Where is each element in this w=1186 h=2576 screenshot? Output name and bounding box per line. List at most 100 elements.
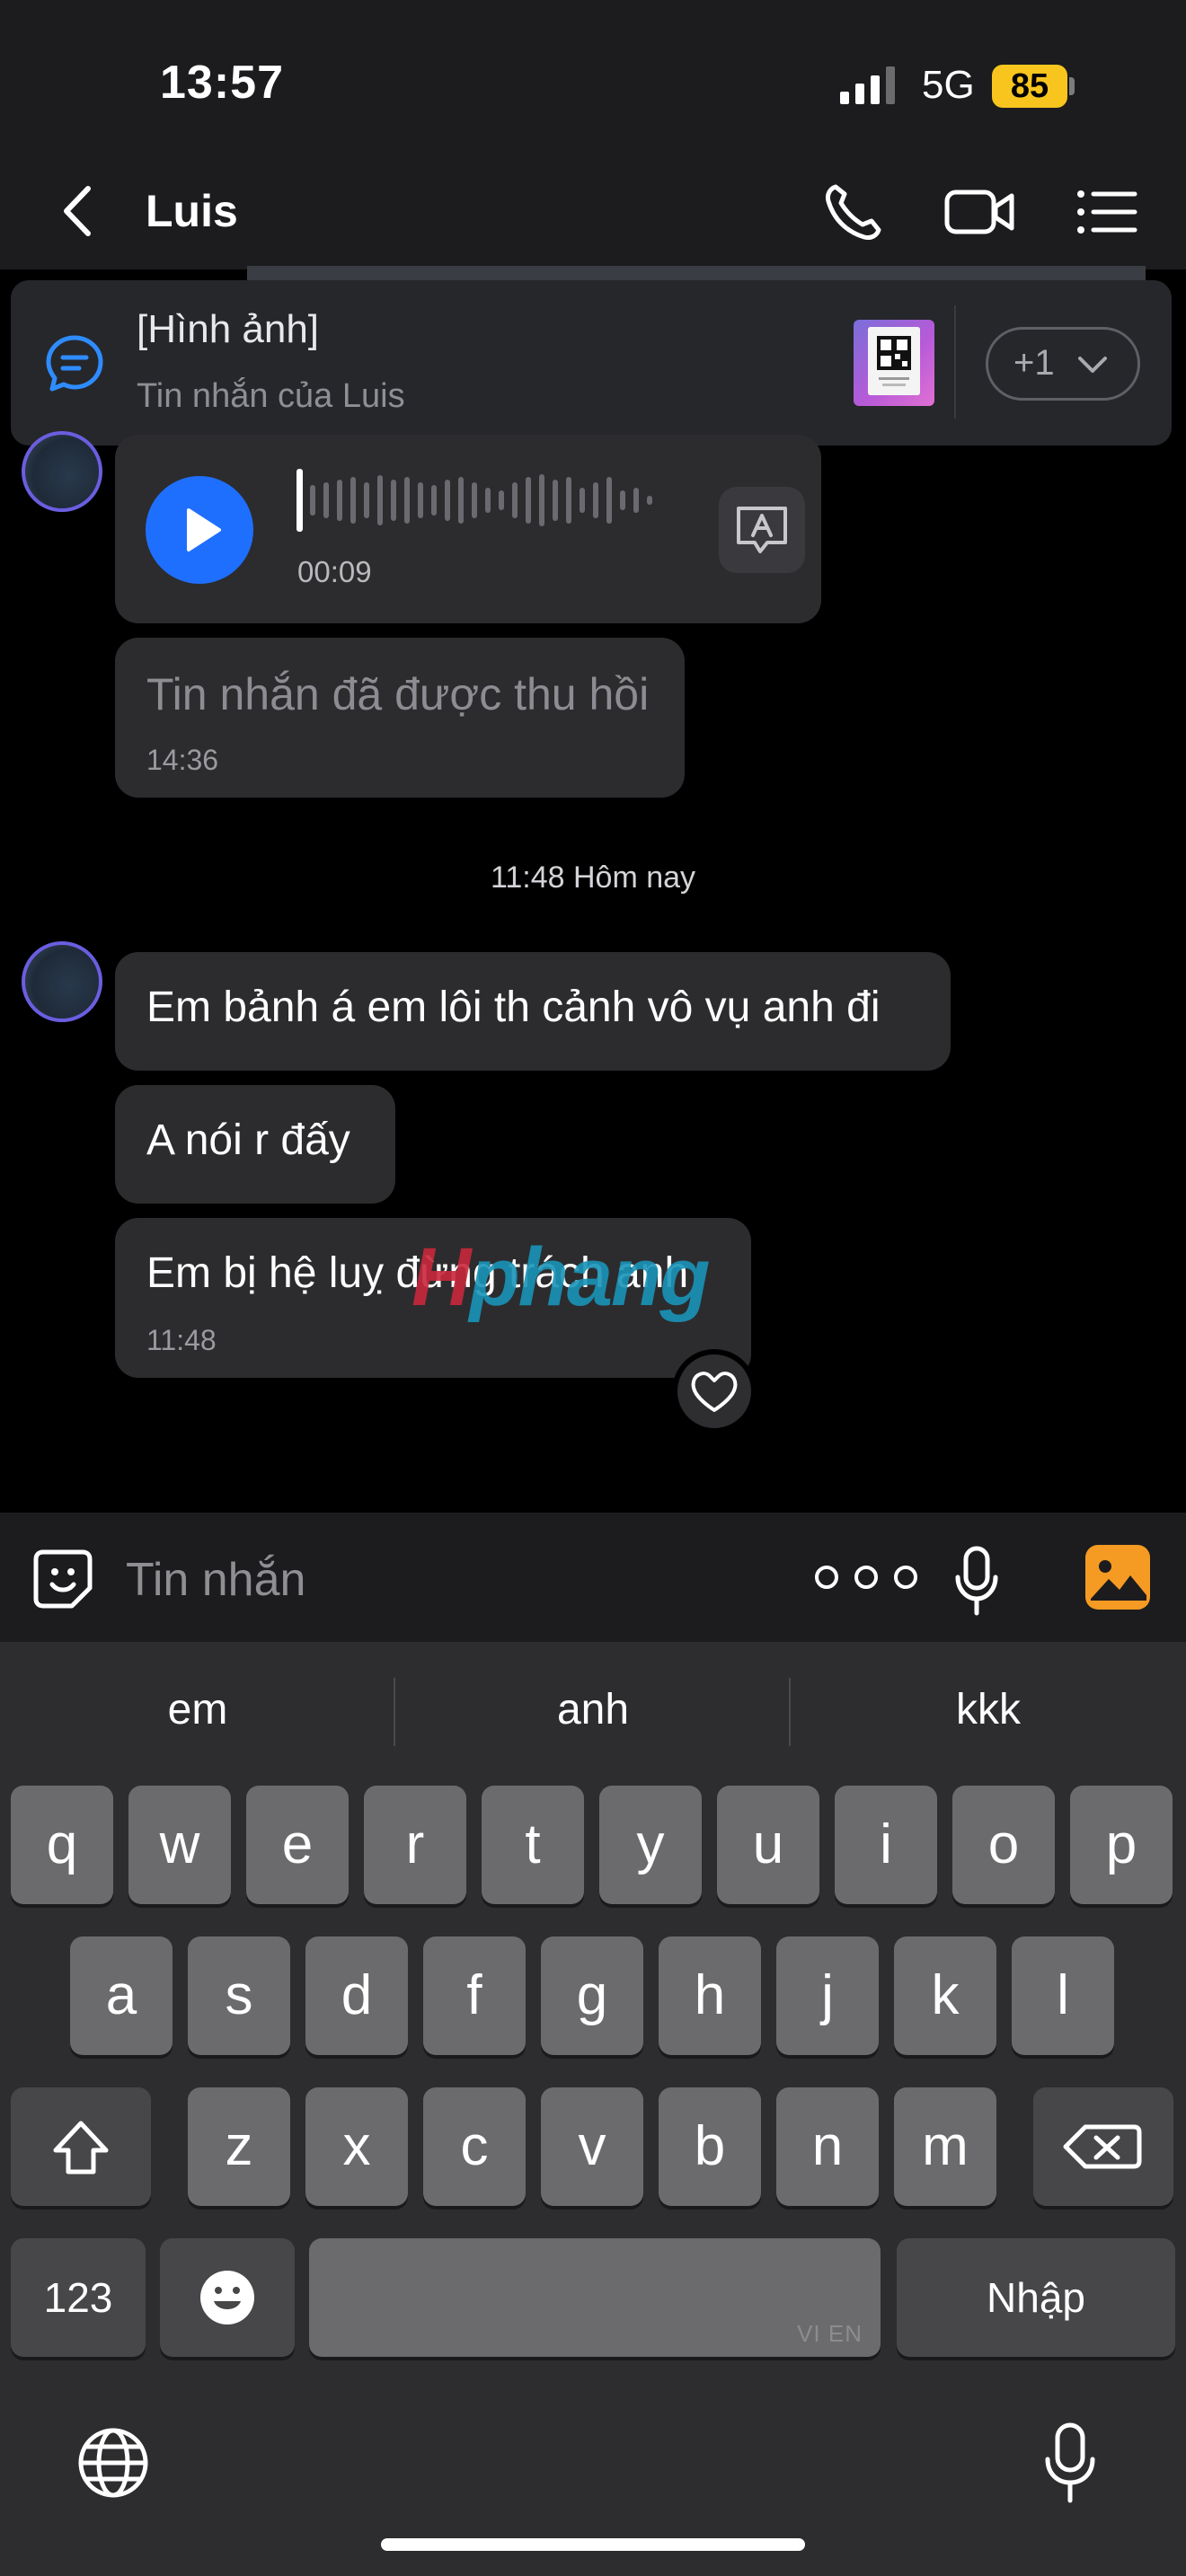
waveform-bar	[323, 482, 329, 518]
message-time: 14:36	[146, 744, 219, 776]
pinned-more-count: +1	[1013, 343, 1055, 383]
key-k[interactable]: k	[894, 1936, 996, 2055]
home-indicator	[381, 2538, 805, 2551]
key-t[interactable]: t	[482, 1786, 584, 1904]
transcribe-button[interactable]	[719, 487, 805, 573]
contact-name[interactable]: Luis	[146, 185, 238, 237]
backspace-key[interactable]	[1033, 2087, 1173, 2206]
numbers-key[interactable]: 123	[11, 2238, 146, 2357]
back-chevron-icon[interactable]	[54, 180, 108, 243]
key-i[interactable]: i	[835, 1786, 937, 1904]
date-separator: 11:48 Hôm nay	[490, 860, 696, 895]
key-x[interactable]: x	[305, 2087, 408, 2206]
space-key-language-label: VI EN	[797, 2320, 863, 2347]
waveform-bar	[377, 475, 383, 525]
pinned-more-button[interactable]: +1	[986, 327, 1140, 401]
waveform-bar	[364, 482, 369, 518]
key-r[interactable]: r	[364, 1786, 466, 1904]
waveform-bar	[485, 488, 491, 513]
message-input[interactable]	[126, 1548, 755, 1611]
microphone-icon[interactable]	[954, 1545, 999, 1617]
play-icon	[187, 508, 221, 551]
heart-icon	[691, 1372, 738, 1412]
waveform-bar	[580, 488, 585, 513]
space-key[interactable]: VI EN	[309, 2238, 881, 2357]
react-heart-button[interactable]	[672, 1349, 757, 1434]
key-u[interactable]: u	[717, 1786, 819, 1904]
waveform-bar	[458, 477, 464, 524]
emoji-key[interactable]	[160, 2238, 295, 2357]
key-j[interactable]: j	[776, 1936, 879, 2055]
key-e[interactable]: e	[246, 1786, 349, 1904]
suggestion-item[interactable]: em	[0, 1685, 395, 1734]
backspace-icon	[1063, 2124, 1142, 2169]
key-f[interactable]: f	[423, 1936, 526, 2055]
speech-to-text-icon	[737, 507, 787, 553]
waveform-bar	[337, 480, 342, 521]
key-o[interactable]: o	[952, 1786, 1055, 1904]
waveform-bar	[526, 477, 531, 524]
avatar[interactable]	[22, 431, 102, 512]
key-s[interactable]: s	[188, 1936, 290, 2055]
key-v[interactable]: v	[541, 2087, 643, 2206]
key-h[interactable]: h	[659, 1936, 761, 2055]
cellular-signal-icon	[840, 66, 895, 104]
waveform-bar	[539, 474, 544, 526]
shift-key[interactable]	[11, 2087, 151, 2206]
message-time: 11:48	[146, 1324, 217, 1356]
waveform-bar	[553, 480, 558, 521]
emoji-icon	[200, 2271, 254, 2325]
play-button[interactable]	[146, 476, 253, 584]
waveform-bar	[404, 477, 410, 524]
chat-bubble-icon	[46, 335, 103, 392]
key-a[interactable]: a	[70, 1936, 173, 2055]
key-b[interactable]: b	[659, 2087, 761, 2206]
key-c[interactable]: c	[423, 2087, 526, 2206]
key-z[interactable]: z	[188, 2087, 290, 2206]
key-p[interactable]: p	[1070, 1786, 1173, 1904]
suggestion-item[interactable]: kkk	[791, 1685, 1186, 1734]
voice-duration: 00:09	[297, 555, 372, 588]
suggestion-item[interactable]: anh	[395, 1685, 791, 1734]
recalled-message-text: Tin nhắn đã được thu hồi	[146, 669, 650, 719]
pinned-divider	[954, 305, 956, 419]
battery-level: 85	[992, 65, 1067, 108]
key-d[interactable]: d	[305, 1936, 408, 2055]
waveform-bar	[512, 482, 518, 518]
sticker-icon[interactable]	[31, 1547, 95, 1611]
menu-list-icon[interactable]	[1074, 183, 1138, 241]
waveform-bar	[566, 477, 571, 524]
phone-call-icon[interactable]	[821, 180, 886, 244]
waveform-bar	[445, 480, 450, 521]
waveform-bar	[431, 485, 437, 516]
key-y[interactable]: y	[599, 1786, 702, 1904]
video-call-icon[interactable]	[943, 183, 1015, 241]
pinned-subtitle: Tin nhắn của Luis	[137, 377, 405, 415]
globe-icon[interactable]	[75, 2425, 151, 2501]
photo-gallery-icon[interactable]	[1084, 1543, 1152, 1611]
waveform-bar	[418, 482, 423, 518]
key-g[interactable]: g	[541, 1936, 643, 2055]
waveform-bar	[606, 477, 612, 524]
key-q[interactable]: q	[11, 1786, 113, 1904]
waveform-playhead	[296, 469, 303, 532]
battery-tip	[1069, 77, 1075, 95]
waveform-bar	[391, 480, 396, 521]
network-type: 5G	[922, 63, 975, 107]
key-l[interactable]: l	[1012, 1936, 1114, 2055]
audio-waveform	[296, 469, 652, 532]
dictation-microphone-icon[interactable]	[1044, 2422, 1096, 2504]
waveform-bar	[350, 477, 356, 524]
key-w[interactable]: w	[128, 1786, 231, 1904]
return-key[interactable]: Nhập	[897, 2238, 1175, 2357]
key-n[interactable]: n	[776, 2087, 879, 2206]
key-m[interactable]: m	[894, 2087, 996, 2206]
waveform-bar	[499, 490, 504, 510]
avatar[interactable]	[22, 941, 102, 1022]
watermark-logo: Hphang	[412, 1231, 710, 1323]
shift-arrow-icon	[53, 2121, 109, 2175]
waveform-bar	[593, 482, 598, 518]
more-options-icon[interactable]	[807, 1559, 925, 1595]
waveform-bar	[620, 490, 625, 510]
qr-code-icon	[868, 327, 920, 395]
